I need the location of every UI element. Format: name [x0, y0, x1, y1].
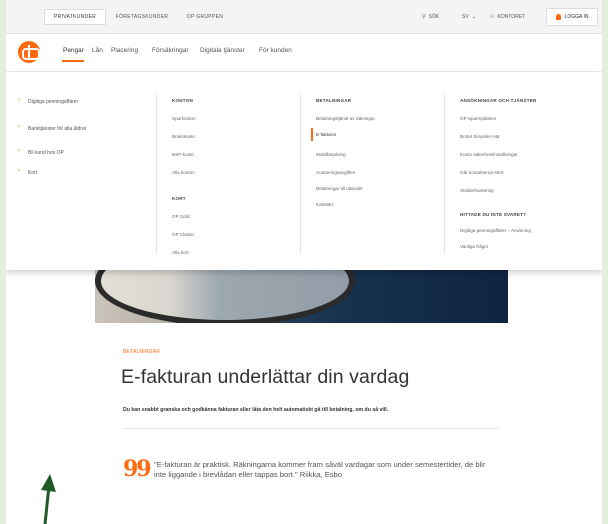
quick-link-banktjanster[interactable]: Banktjänster för alla åldrar [28, 126, 86, 132]
browser-page: PRIVATKUNDER FÖRETAGSKUNDER OP GRUPPEN ⚲… [6, 0, 602, 524]
quick-link-kort[interactable]: Kort [28, 170, 37, 176]
search-label: SÖK [428, 14, 440, 20]
menu-item[interactable]: Bortel Simpsler Hät [460, 134, 500, 139]
menu-item-e-fakturor[interactable]: E-fakturor [316, 132, 336, 137]
menu-item[interactable]: OP Classic [172, 232, 195, 237]
language-selector[interactable]: SV ⌄ [462, 9, 476, 25]
quick-link-bli-kund[interactable]: Bli kund hos OP [28, 150, 64, 156]
menu-heading-betalningar: BETALNINGAR [316, 98, 352, 103]
menu-heading-kort: KORT [172, 196, 186, 201]
chevron-right-icon: › [18, 124, 20, 130]
search-button[interactable]: ⚲ SÖK [422, 9, 439, 25]
testimonial-quote: "E-fakturan är praktisk. Räkningarna kom… [154, 460, 486, 479]
chevron-down-icon: ⌄ [471, 14, 476, 20]
article-headline: E-fakturan underlättar din vardag [121, 366, 410, 388]
menu-heading-ansokningar: ANSÖKNINGAR OCH TJÄNSTER [460, 98, 537, 103]
menu-item[interactable]: OP Sparmplatsen [460, 116, 496, 121]
up-arrow-icon [41, 474, 56, 524]
menu-item[interactable]: Digitiga penningaffärer – Anvisning [460, 228, 531, 233]
hero-image [95, 266, 508, 323]
menu-item[interactable]: BSP-konto [172, 152, 194, 157]
menu-item[interactable]: Kartsökt [316, 202, 333, 207]
op-logo[interactable] [18, 41, 40, 63]
menu-item[interactable]: Vanliga frågor [460, 244, 488, 249]
segment-foretagskunder[interactable]: FÖRETAGSKUNDER [110, 9, 174, 25]
segment-op-gruppen[interactable]: OP GRUPPEN [176, 9, 234, 25]
login-label: LOGGA IN [564, 14, 589, 20]
nav-item-digitala-tjanster[interactable]: Digitala tjänster [200, 47, 245, 54]
quick-link-digital[interactable]: Digitiga penningaffärer [28, 99, 78, 105]
search-icon: ⚲ [422, 14, 426, 20]
user-icon [555, 14, 561, 20]
menu-item[interactable]: Alla konton [172, 170, 195, 175]
quote-icon: 99 [123, 456, 152, 482]
region-selector[interactable]: ☉ KONTORET [490, 9, 525, 25]
menu-heading-help: HITTADE DU INTE SVARET? [460, 212, 527, 217]
nav-item-pengar[interactable]: Pengar [63, 47, 84, 54]
chevron-right-icon: › [18, 148, 20, 154]
mega-menu: › Digitiga penningaffärer › Banktjänster… [6, 72, 602, 270]
nav-item-placering[interactable]: Placering [111, 47, 138, 54]
menu-item[interactable]: Betalningstjänst av räkningar [316, 116, 375, 121]
region-label: KONTORET [497, 14, 526, 20]
menu-item[interactable]: Går kontakterna-stert [460, 170, 503, 175]
menu-divider [156, 94, 157, 254]
language-label: SV [462, 14, 469, 20]
selected-item-marker [311, 128, 313, 141]
hero-photo-shape [95, 266, 355, 323]
article-category[interactable]: BETALNINGAR [123, 349, 160, 355]
segment-privatkunder[interactable]: PRIVATKUNDER [44, 9, 106, 25]
active-nav-underline [62, 60, 84, 62]
menu-item[interactable]: Sparkonton [172, 116, 196, 121]
top-utility-bar: PRIVATKUNDER FÖRETAGSKUNDER OP GRUPPEN ⚲… [6, 0, 602, 34]
menu-item[interactable]: Stolderhantering [460, 188, 494, 193]
location-icon: ☉ [490, 14, 495, 20]
main-navigation: Pengar Lån Placering Försäkringar Digita… [6, 34, 602, 72]
menu-divider [444, 94, 445, 254]
nav-item-lan[interactable]: Lån [92, 47, 103, 54]
nav-item-for-kunden[interactable]: För kunden [259, 47, 292, 54]
menu-item[interactable]: Betalningar till utlandet [316, 186, 362, 191]
menu-item[interactable]: Brukskonto [172, 134, 195, 139]
menu-item[interactable]: OP Gold [172, 214, 190, 219]
menu-item[interactable]: Alla kort [172, 250, 189, 255]
menu-heading-konton: KONTON [172, 98, 194, 103]
article-lead: Du kan snabbt granska och godkänna faktu… [123, 407, 389, 413]
nav-item-forsakringar[interactable]: Försäkringar [152, 47, 188, 54]
chevron-right-icon: › [18, 168, 20, 174]
menu-item[interactable]: Mobilbetalning [316, 152, 346, 157]
divider [123, 428, 499, 429]
menu-divider [300, 94, 301, 254]
login-button[interactable]: LOGGA IN [546, 8, 598, 26]
menu-item[interactable]: Autoteringsavgiften [316, 170, 355, 175]
chevron-right-icon: › [18, 97, 20, 103]
menu-item[interactable]: Konto säkerhetsinställningar [460, 152, 518, 157]
